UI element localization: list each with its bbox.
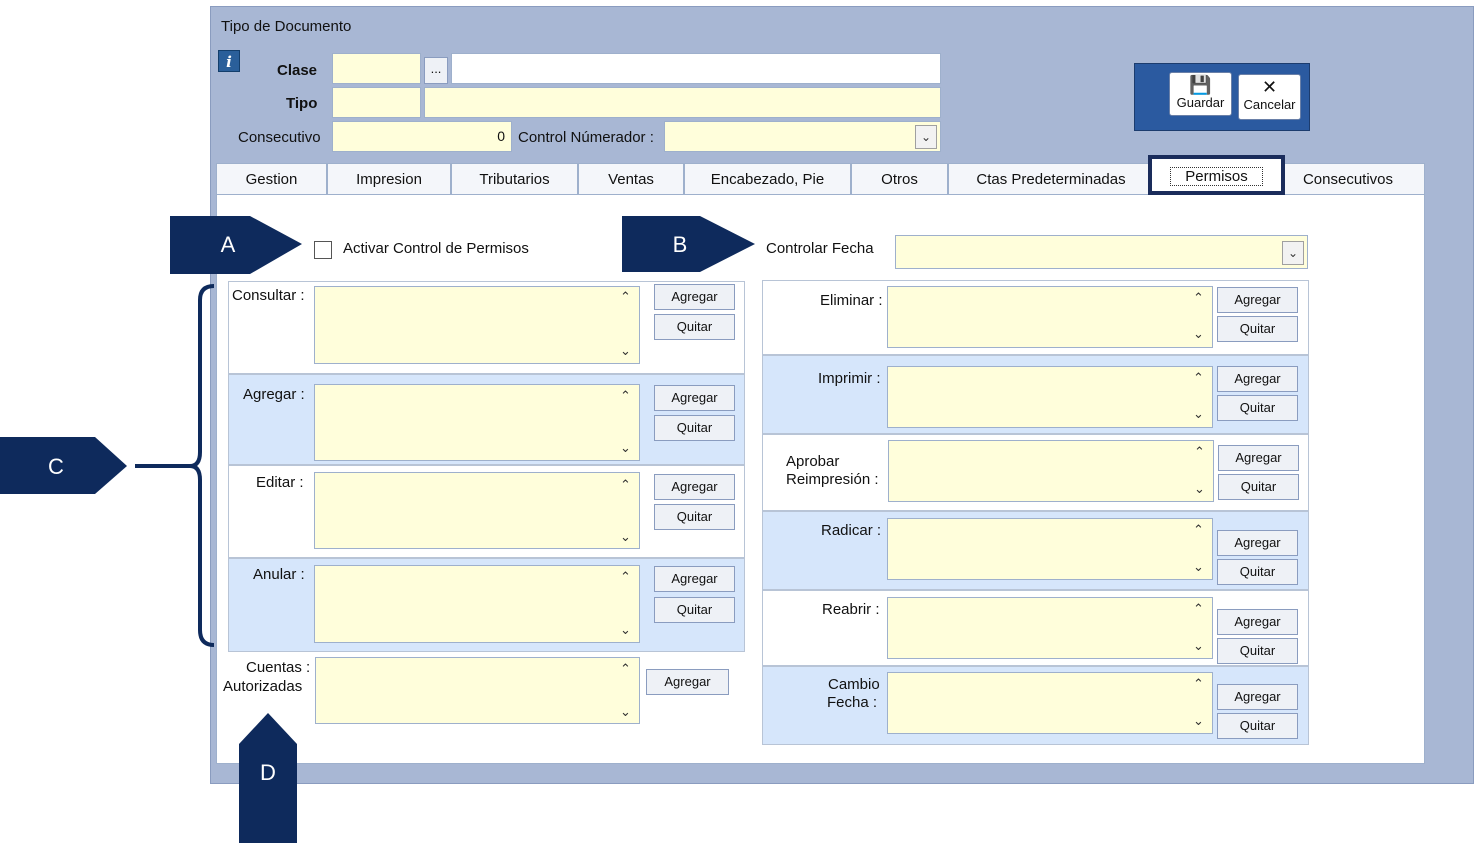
- callout-d-label: D: [260, 760, 276, 785]
- callout-c-bracket: [189, 284, 215, 647]
- callout-b-label: B: [672, 232, 688, 257]
- callout-shapes: [0, 216, 755, 843]
- callout-c-label: C: [48, 454, 64, 479]
- callout-a-label: A: [220, 232, 236, 257]
